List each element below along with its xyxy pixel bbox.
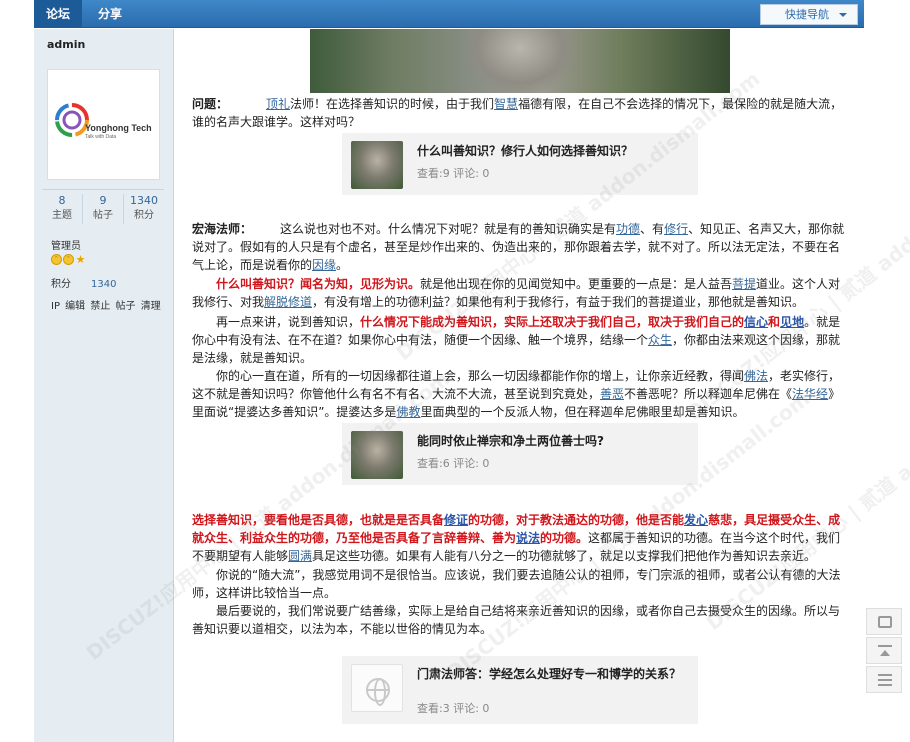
answer-paragraph-5: 选择善知识，要看他是否具德，也就是是否具备修证的功德，对于教法通达的功德，他是否… (192, 511, 848, 565)
keyword-link[interactable]: 圆满 (288, 549, 312, 563)
keyword-link[interactable]: 善恶 (600, 387, 624, 401)
answer-label: 宏海法师： (192, 222, 253, 236)
username-link[interactable]: admin (47, 38, 85, 51)
comment-icon (878, 616, 892, 628)
text: ，有没有增上的功德利益？如果他有利于我修行，有益于我们的菩提道业，那他就是善知识… (312, 295, 805, 309)
highlight-text: 和 (768, 315, 781, 329)
keyword-link[interactable]: 顶礼 (266, 97, 290, 111)
logo-text: Yonghong Tech (85, 123, 152, 133)
stat-label: 主题 (52, 210, 72, 221)
highlight-text: 的功德，对于教法通达的功德，他是否能 (468, 513, 685, 527)
globe-icon (366, 678, 390, 706)
keyword-link[interactable]: 众生 (648, 333, 672, 347)
highlight-text: 什么叫善知识？闻名为知，见形为识。 (216, 277, 421, 291)
text: 法师！在选择善知识的时候，由于我们 (290, 97, 495, 111)
related-card[interactable]: 什么叫善知识？修行人如何选择善知识？ 查看:9 评论: 0 (342, 133, 698, 195)
stat-points[interactable]: 1340 积分 (124, 194, 164, 224)
top-nav-bar: 论坛 分享 快捷导航 (34, 0, 864, 28)
keyword-link[interactable]: 智慧 (494, 97, 518, 111)
logo-subtitle: Talk with Data (85, 134, 117, 140)
card-title[interactable]: 门肃法师答：学经怎么处理好专一和博学的关系？ (417, 666, 689, 683)
arrow-up-icon (878, 645, 892, 657)
keyword-link[interactable]: 佛法 (744, 369, 768, 383)
keyword-link[interactable]: 功德 (616, 222, 640, 236)
keyword-link[interactable]: 发心 (684, 513, 708, 527)
card-meta: 查看:9 评论: 0 (417, 167, 490, 180)
highlight-text: 的功德。 (540, 531, 589, 545)
buddha-statue-image (310, 29, 730, 93)
text: 你的心一直在道，所有的一切因缘都往道上会，那么一切因缘都能作你的增上，让你亲近经… (216, 369, 745, 383)
quick-nav-dropdown[interactable]: 快捷导航 (760, 4, 858, 25)
text: 、有 (640, 222, 665, 236)
stat-topics[interactable]: 8 主题 (42, 194, 83, 224)
answer-paragraph-1: 宏海法师： 这么说也对也不对。什么情况下对呢？就是有的善知识确实是有功德、有修行、… (192, 220, 848, 274)
answer-paragraph-2: 什么叫善知识？闻名为知，见形为识。就是他出现在你的见闻觉知中。更重要的一点是：是… (192, 275, 848, 311)
return-list-button[interactable] (866, 666, 902, 693)
user-group[interactable]: 管理员 (51, 237, 81, 252)
card-thumbnail (351, 141, 403, 189)
back-to-top-button[interactable] (866, 637, 902, 664)
rank-icons: ᵔ ᵔ ★ (51, 254, 86, 265)
float-toolbar (866, 608, 902, 695)
keyword-link[interactable]: 因缘 (312, 258, 336, 272)
keyword-link[interactable]: 佛教 (396, 405, 420, 419)
text: 具足这些功德。如果有人能有八分之一的功德就够了，就足以支撑我们把他作为善知识去亲… (312, 549, 817, 563)
text: 这么说也对也不对。什么情况下对呢？就是有的善知识确实是有 (280, 222, 617, 236)
points-value: 1340 (91, 279, 117, 290)
user-sidebar: admin Yonghong Tech Talk with Data 8 主题 … (34, 29, 174, 742)
post-content: 问题： 顶礼法师！在选择善知识的时候，由于我们智慧福德有限，在自己不会选择的情况下… (174, 29, 864, 742)
related-card[interactable]: 能同时依止禅宗和净土两位善士吗? 查看:6 评论: 0 (342, 423, 698, 485)
tab-forum[interactable]: 论坛 (34, 0, 83, 28)
card-title[interactable]: 什么叫善知识？修行人如何选择善知识？ (417, 143, 689, 160)
card-thumbnail (351, 431, 403, 479)
keyword-link[interactable]: 解脱修道 (264, 295, 312, 309)
text: 。 (336, 258, 349, 272)
text: 就是他出现在你的见闻觉知中。更重要的一点是：是人益吾 (420, 277, 733, 291)
highlight-text: 选择善知识，要看他是否具德，也就是是否具备 (192, 513, 445, 527)
question-label: 问题： (192, 97, 229, 111)
keyword-link[interactable]: 信心 (744, 315, 768, 329)
list-icon (878, 674, 892, 686)
answer-paragraph-4: 你的心一直在道，所有的一切因缘都往道上会，那么一切因缘都能作你的增上，让你亲近经… (192, 367, 848, 421)
keyword-link[interactable]: 修行 (664, 222, 688, 236)
user-points: 积分 1340 (51, 275, 116, 290)
card-meta: 查看:6 评论: 0 (417, 457, 490, 470)
stat-value: 8 (58, 194, 66, 207)
avatar[interactable]: Yonghong Tech Talk with Data (47, 69, 160, 180)
question-paragraph: 问题： 顶礼法师！在选择善知识的时候，由于我们智慧福德有限，在自己不会选择的情况下… (192, 95, 848, 131)
keyword-link[interactable]: 菩提 (732, 277, 756, 291)
smiley-icon: ᵔ (51, 254, 62, 265)
chevron-down-icon (839, 13, 847, 17)
stat-label: 积分 (134, 210, 154, 221)
text: 不善恶呢？所以释迦牟尼佛在《 (624, 387, 793, 401)
stat-label: 帖子 (93, 210, 113, 221)
keyword-link[interactable]: 修证 (444, 513, 468, 527)
quick-nav-label: 快捷导航 (785, 8, 829, 21)
keyword-link[interactable]: 见地 (780, 315, 804, 329)
related-card[interactable]: 门肃法师答：学经怎么处理好专一和博学的关系？ 查看:3 评论: 0 (342, 656, 698, 724)
answer-paragraph-7: 最后要说的，我们常说要广结善缘，实际上是给自己结将来亲近善知识的因缘，或者你自己… (192, 604, 841, 636)
keyword-link[interactable]: 说法 (516, 531, 540, 545)
card-thumbnail (351, 664, 403, 712)
answer-paragraph-3: 再一点来讲，说到善知识，什么情况下能成为善知识，实际上还取决于我们自己，取决于我… (192, 313, 848, 367)
star-icon: ★ (75, 253, 86, 266)
smiley-icon: ᵔ (63, 254, 74, 265)
text: 再一点来讲，说到善知识， (216, 315, 361, 329)
reply-button[interactable] (866, 608, 902, 635)
stat-value: 9 (99, 194, 107, 207)
points-label: 积分 (51, 279, 71, 290)
highlight-text: 什么情况下能成为善知识，实际上还取决于我们自己，取决于我们自己的 (360, 315, 745, 329)
text: 里面典型的一个反派人物，但在释迦牟尼佛眼里却是善知识。 (420, 405, 745, 419)
keyword-link[interactable]: 法华经 (792, 387, 828, 401)
statue-figure (465, 29, 575, 93)
answer-paragraph-6: 你说的“随大流”，我感觉用词不是很恰当。应该说，我们要去追随公认的祖师，专门宗派… (192, 568, 841, 600)
tab-share[interactable]: 分享 (86, 0, 134, 28)
stat-posts[interactable]: 9 帖子 (83, 194, 124, 224)
stat-value: 1340 (130, 194, 158, 207)
card-meta: 查看:3 评论: 0 (417, 702, 490, 715)
admin-links[interactable]: IP 编辑 禁止 帖子 清理 (51, 297, 161, 312)
user-stats: 8 主题 9 帖子 1340 积分 (42, 189, 164, 224)
card-title[interactable]: 能同时依止禅宗和净土两位善士吗? (417, 433, 689, 450)
